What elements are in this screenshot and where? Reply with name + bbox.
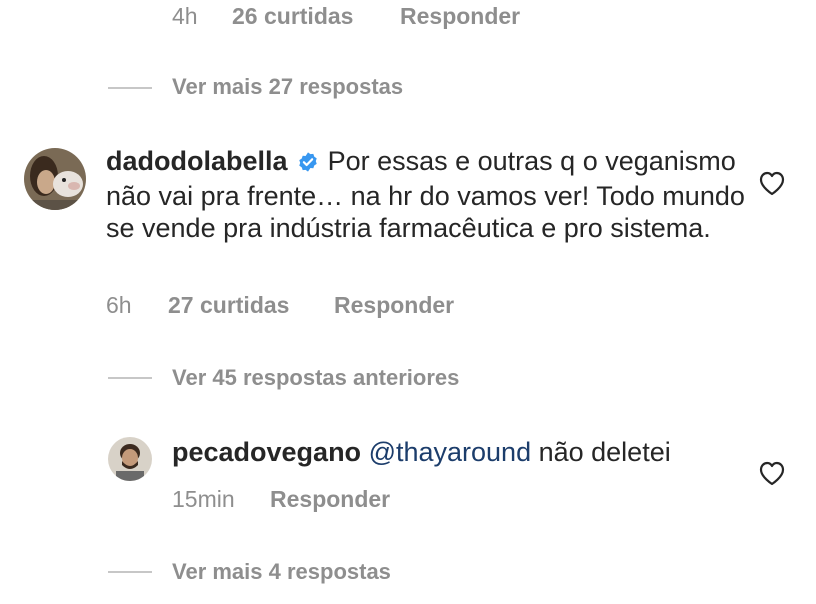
avatar-image: [24, 148, 86, 210]
avatar[interactable]: [24, 148, 86, 210]
comment-username[interactable]: dadodolabella: [106, 146, 288, 176]
thread-divider-line: [108, 87, 152, 89]
reply-body: pecadovegano @thayaround não deletei: [172, 436, 732, 468]
avatar-image: [108, 437, 152, 481]
view-previous-replies-button[interactable]: Ver 45 respostas anteriores: [172, 364, 459, 392]
top-comment-likes[interactable]: 26 curtidas: [232, 2, 353, 30]
comment-reply-button[interactable]: Responder: [334, 291, 454, 319]
top-comment-meta: 4h: [172, 2, 198, 30]
thread-divider-line: [108, 377, 152, 379]
comment-time: 6h: [106, 292, 132, 318]
reply-mention-link[interactable]: @thayaround: [369, 437, 532, 467]
like-heart-icon[interactable]: [758, 170, 786, 196]
view-more-replies-button[interactable]: Ver mais 27 respostas: [172, 73, 403, 101]
verified-badge-icon: [297, 148, 319, 180]
view-more-replies-button[interactable]: Ver mais 4 respostas: [172, 558, 391, 586]
reply-username[interactable]: pecadovegano: [172, 437, 361, 467]
reply-reply-button[interactable]: Responder: [270, 485, 390, 513]
top-comment-time: 4h: [172, 3, 198, 29]
reply-time: 15min: [172, 486, 235, 512]
avatar[interactable]: [108, 437, 152, 481]
top-comment-reply-button[interactable]: Responder: [400, 2, 520, 30]
comment-body: dadodolabella Por essas e outras q o veg…: [106, 145, 746, 244]
thread-divider-line: [108, 571, 152, 573]
reply-text: não deletei: [531, 437, 671, 467]
comment-likes[interactable]: 27 curtidas: [168, 291, 289, 319]
like-heart-icon[interactable]: [758, 460, 786, 486]
